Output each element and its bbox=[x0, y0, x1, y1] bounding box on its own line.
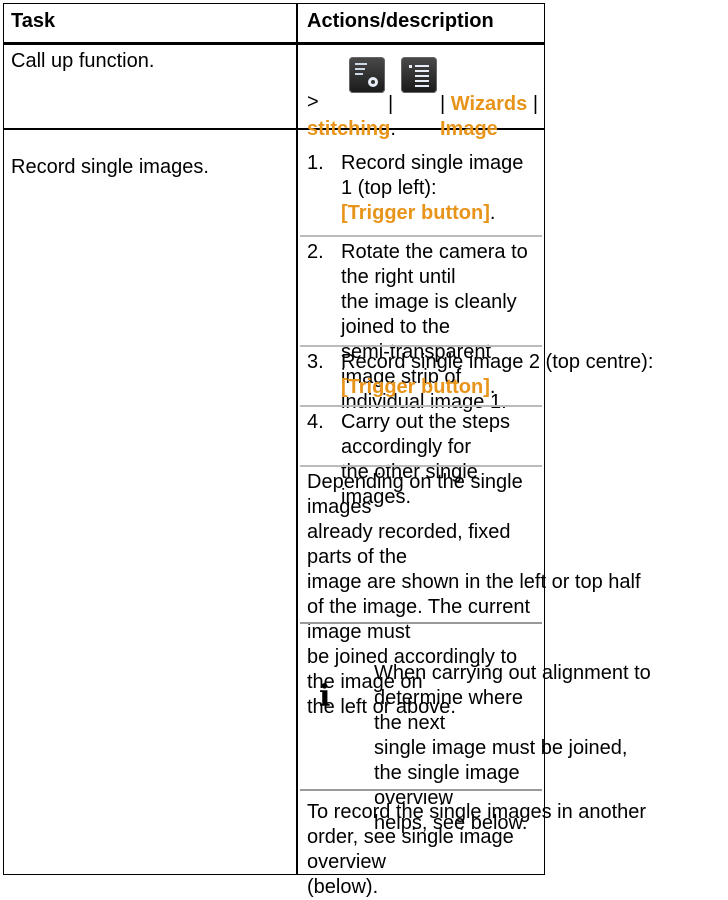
info-icon: i bbox=[319, 679, 331, 714]
step-separator bbox=[300, 465, 542, 467]
step-separator bbox=[300, 405, 542, 407]
trigger-button-ref-2: [Trigger button] bbox=[341, 376, 490, 398]
step-separator bbox=[300, 345, 542, 347]
note-bottom-rule bbox=[300, 789, 542, 791]
menu-list-icon bbox=[401, 57, 437, 93]
row1-sep1: | bbox=[388, 93, 394, 115]
image-stitching-link-part1[interactable]: Image bbox=[440, 118, 498, 140]
step-3: 3. Record single image 2 (top centre): [… bbox=[307, 351, 654, 398]
row1-sep2: | Wizards | Image bbox=[440, 93, 539, 140]
column-divider bbox=[296, 4, 298, 874]
step-separator bbox=[300, 235, 542, 237]
instruction-table: Task Actions/description Call up functio… bbox=[3, 3, 654, 898]
note-top-rule bbox=[300, 622, 542, 624]
row1-task: Call up function. bbox=[11, 50, 155, 72]
final-paragraph: To record the single images in another o… bbox=[307, 801, 647, 898]
header-divider bbox=[4, 42, 544, 45]
row1-prefix: > bbox=[307, 91, 319, 113]
step-1: 1. Record single image 1 (top left): [Tr… bbox=[307, 152, 524, 224]
header-actions: Actions/description bbox=[307, 10, 494, 32]
row2-task: Record single images. bbox=[11, 156, 209, 178]
image-stitching-link-part2[interactable]: stitching bbox=[307, 118, 390, 140]
trigger-button-ref-1: [Trigger button] bbox=[341, 202, 490, 224]
steps-list: 1. Record single image 1 (top left): [Tr… bbox=[307, 151, 539, 226]
wizards-link[interactable]: Wizards bbox=[451, 93, 528, 115]
step-3-wrap: 3. Record single image 2 (top centre): [… bbox=[307, 350, 654, 400]
header-task: Task bbox=[11, 10, 56, 32]
camera-settings-icon bbox=[349, 57, 385, 93]
row1-line2: stitching. bbox=[307, 118, 396, 140]
